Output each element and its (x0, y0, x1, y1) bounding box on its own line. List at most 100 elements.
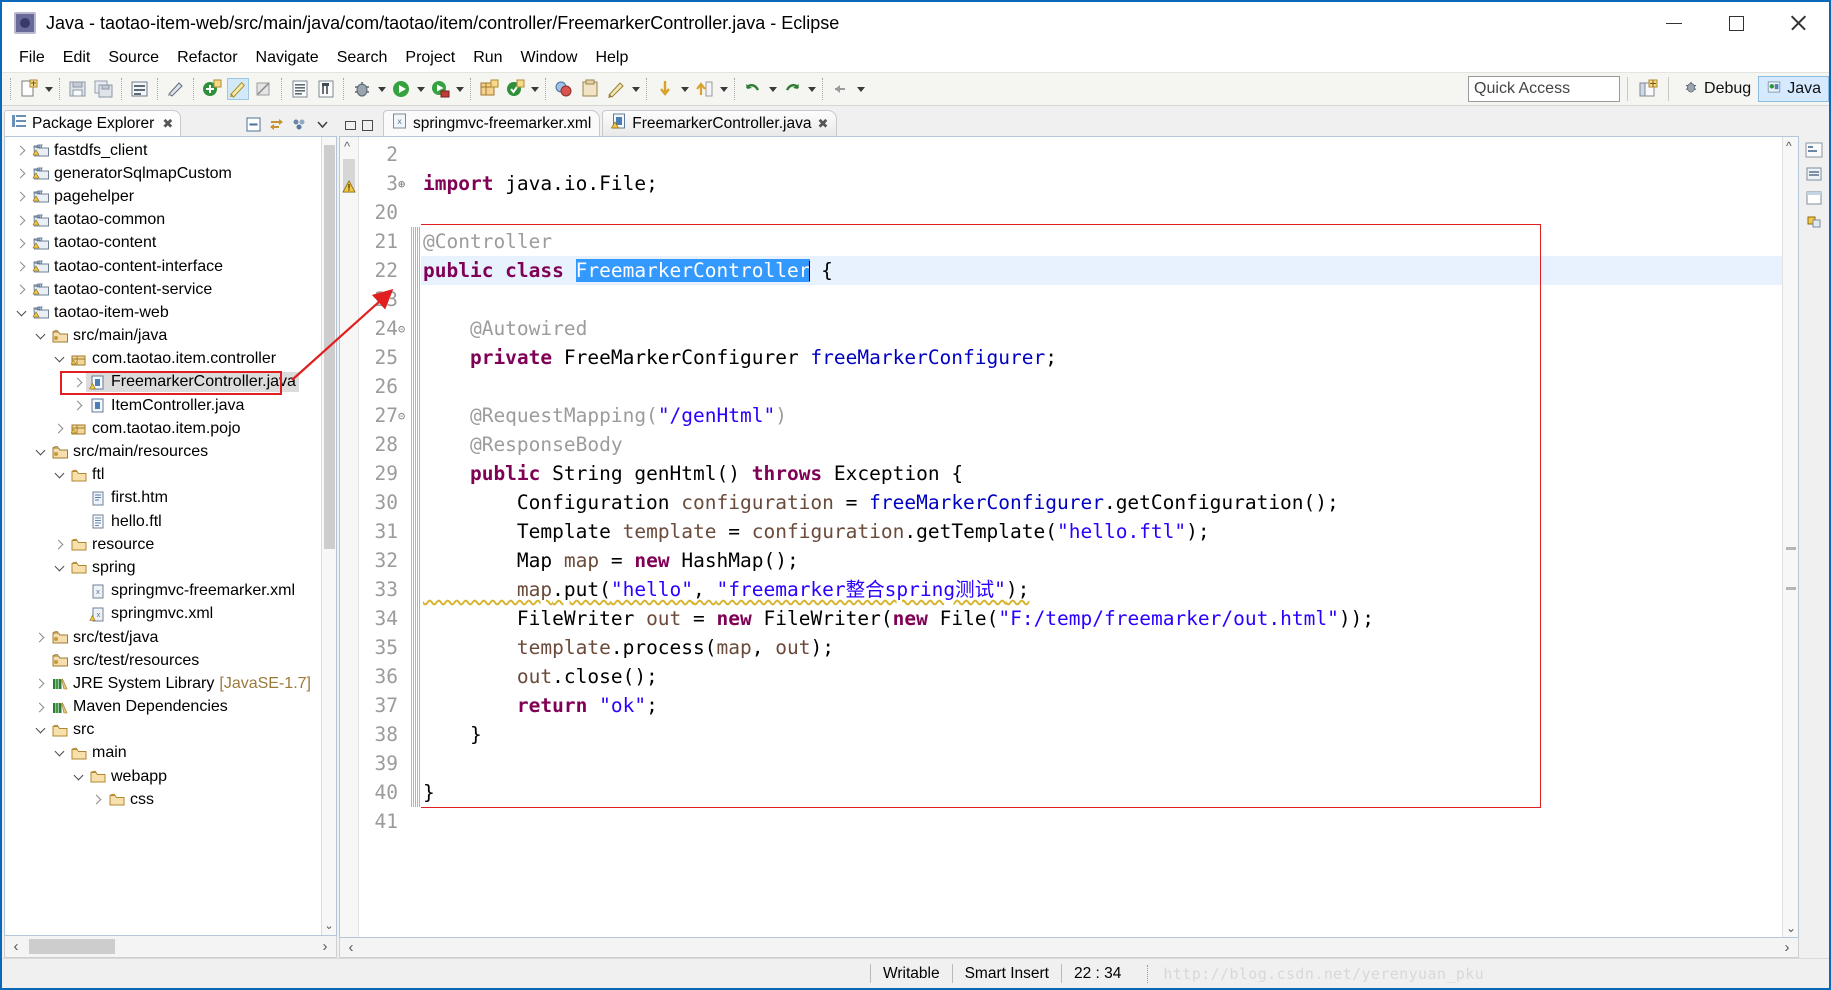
tree-item-springmvc-freemarker-xml[interactable]: x springmvc-freemarker.xml (5, 580, 321, 603)
edit-icon[interactable] (605, 78, 627, 100)
forward-dropdown-icon[interactable] (805, 79, 818, 99)
code-line[interactable]: public String genHtml() throws Exception… (421, 459, 1782, 488)
annotation-ruler[interactable]: ^ (340, 137, 359, 937)
tree-item-com-taotao-item-controller[interactable]: com.taotao.item.controller (5, 348, 321, 371)
tree-item-taotao-common[interactable]: Mtaotao-common (5, 209, 321, 232)
chevron-down-icon[interactable] (51, 745, 67, 761)
code-line[interactable]: @Autowired (421, 314, 1782, 343)
maximize-view-icon[interactable] (362, 120, 373, 131)
perspective-debug[interactable]: Debug (1676, 76, 1758, 102)
new-java-package-icon[interactable] (201, 78, 223, 100)
explorer-vertical-scrollbar[interactable]: ⌄ (321, 137, 336, 935)
code-line[interactable]: return "ok"; (421, 691, 1782, 720)
menu-window[interactable]: Window (512, 47, 587, 69)
code-line[interactable]: Template template = configuration.getTem… (421, 517, 1782, 546)
history-back-icon[interactable] (830, 78, 852, 100)
menu-refactor[interactable]: Refactor (168, 47, 246, 69)
code-line[interactable] (421, 372, 1782, 401)
link-with-editor-icon[interactable] (268, 116, 285, 133)
toggle-mark-occurrences-icon[interactable] (227, 78, 249, 100)
chevron-right-icon[interactable] (13, 189, 29, 205)
chevron-right-icon[interactable] (13, 235, 29, 251)
chevron-down-icon[interactable] (51, 351, 67, 367)
close-button[interactable] (1767, 2, 1829, 44)
run-external-tools-icon[interactable] (429, 78, 451, 100)
overview-ruler[interactable]: ^ ⌄ (1782, 137, 1798, 937)
debug-dropdown-icon[interactable] (375, 79, 388, 99)
run-icon[interactable] (390, 78, 412, 100)
tree-item-generatorsqlmapcustom[interactable]: MgeneratorSqlmapCustom (5, 162, 321, 185)
chevron-right-icon[interactable] (13, 212, 29, 228)
tree-item-springmvc-xml[interactable]: x springmvc.xml (5, 603, 321, 626)
code-editor[interactable]: ^ 2 3⊕ 20 21 22 23 24⊝ 25 26 27⊝ 28 29 30 31 32 33 34 35 3… (339, 136, 1799, 938)
code-line[interactable]: FileWriter out = new FileWriter(new File… (421, 604, 1782, 633)
tree-item-taotao-content-service[interactable]: Mtaotao-content-service (5, 278, 321, 301)
menu-file[interactable]: File (10, 47, 54, 69)
quick-fix-icon[interactable] (165, 78, 187, 100)
chevron-down-icon[interactable] (32, 444, 48, 460)
code-line[interactable]: map.put("hello", "freemarker整合spring测试")… (421, 575, 1782, 604)
tree-item-src-main-resources[interactable]: src/main/resources (5, 440, 321, 463)
code-line[interactable]: @Controller (421, 227, 1782, 256)
new-wizard-icon[interactable] (18, 78, 40, 100)
back-dropdown-icon[interactable] (766, 79, 779, 99)
chevron-right-icon[interactable] (70, 398, 86, 414)
tree-item-taotao-content[interactable]: Mtaotao-content (5, 232, 321, 255)
tree-item-src-test-java[interactable]: src/test/java (5, 626, 321, 649)
forward-navigation-icon[interactable] (781, 78, 803, 100)
tree-item-src[interactable]: src (5, 719, 321, 742)
menu-edit[interactable]: Edit (54, 47, 100, 69)
chevron-down-icon[interactable] (70, 769, 86, 785)
code-line[interactable] (421, 807, 1782, 836)
scroll-left-icon[interactable]: ‹ (340, 939, 362, 956)
open-type-icon[interactable] (289, 78, 311, 100)
editor-horizontal-scrollbar[interactable]: ‹ › (339, 938, 1799, 958)
source-code-text[interactable]: import java.io.File; @Controller public c… (421, 137, 1782, 937)
scroll-up-icon[interactable]: ^ (344, 139, 350, 154)
tree-item-pagehelper[interactable]: Mpagehelper (5, 185, 321, 208)
code-line[interactable] (421, 285, 1782, 314)
tree-item-maven-dependencies[interactable]: Maven Dependencies (5, 696, 321, 719)
code-line[interactable]: Configuration configuration = freeMarker… (421, 488, 1782, 517)
code-line[interactable]: } (421, 778, 1782, 807)
package-explorer-tree[interactable]: Mfastdfs_client MgeneratorSqlmapCustom Mpa… (5, 137, 321, 935)
tree-item-resource[interactable]: resource (5, 533, 321, 556)
minimize-button[interactable] (1643, 2, 1705, 44)
tree-item-ftl[interactable]: ftl (5, 464, 321, 487)
run-external-dropdown-icon[interactable] (453, 79, 466, 99)
open-task-icon[interactable] (553, 78, 575, 100)
chevron-right-icon[interactable] (13, 166, 29, 182)
previous-annotation-icon[interactable] (654, 78, 676, 100)
tree-item-freemarkercontroller-java[interactable]: FreemarkerController.java (5, 371, 321, 394)
new-wizard-dropdown-icon[interactable] (42, 79, 55, 99)
code-line[interactable]: private FreeMarkerConfigurer freeMarkerC… (421, 343, 1782, 372)
debug-icon[interactable] (351, 78, 373, 100)
menu-search[interactable]: Search (328, 47, 397, 69)
save-all-icon[interactable] (93, 78, 115, 100)
tree-item-com-taotao-item-pojo[interactable]: com.taotao.item.pojo (5, 417, 321, 440)
code-line[interactable]: @RequestMapping("/genHtml") (421, 401, 1782, 430)
perspective-java[interactable]: Java (1758, 76, 1829, 102)
code-line[interactable]: public class FreemarkerController { (421, 256, 1782, 285)
menu-navigate[interactable]: Navigate (247, 47, 328, 69)
back-navigation-icon[interactable] (742, 78, 764, 100)
editor-tab-springmvc-freemarker-xml[interactable]: x springmvc-freemarker.xml (383, 110, 601, 136)
tab-package-explorer[interactable]: Package Explorer ✖ (4, 110, 182, 136)
chevron-right-icon[interactable] (13, 143, 29, 159)
close-icon[interactable]: ✖ (162, 116, 173, 132)
chevron-down-icon[interactable] (32, 722, 48, 738)
previous-annotation-dropdown-icon[interactable] (678, 79, 691, 99)
code-line[interactable] (421, 749, 1782, 778)
tree-item-src-main-java[interactable]: src/main/java (5, 325, 321, 348)
new-class-wizard-icon[interactable] (504, 78, 526, 100)
tree-item-itemcontroller-java[interactable]: ItemController.java (5, 394, 321, 417)
scroll-right-icon[interactable]: › (1776, 939, 1798, 956)
code-line[interactable]: Map map = new HashMap(); (421, 546, 1782, 575)
collapse-all-icon[interactable] (245, 116, 262, 133)
task-list-icon[interactable] (1805, 166, 1823, 182)
fold-marker-icon[interactable]: ⊝ (398, 402, 407, 431)
open-resource-icon[interactable] (579, 78, 601, 100)
properties-view-icon[interactable] (1805, 190, 1823, 206)
close-icon[interactable]: ✖ (817, 116, 828, 132)
tree-item-webapp[interactable]: webapp (5, 765, 321, 788)
